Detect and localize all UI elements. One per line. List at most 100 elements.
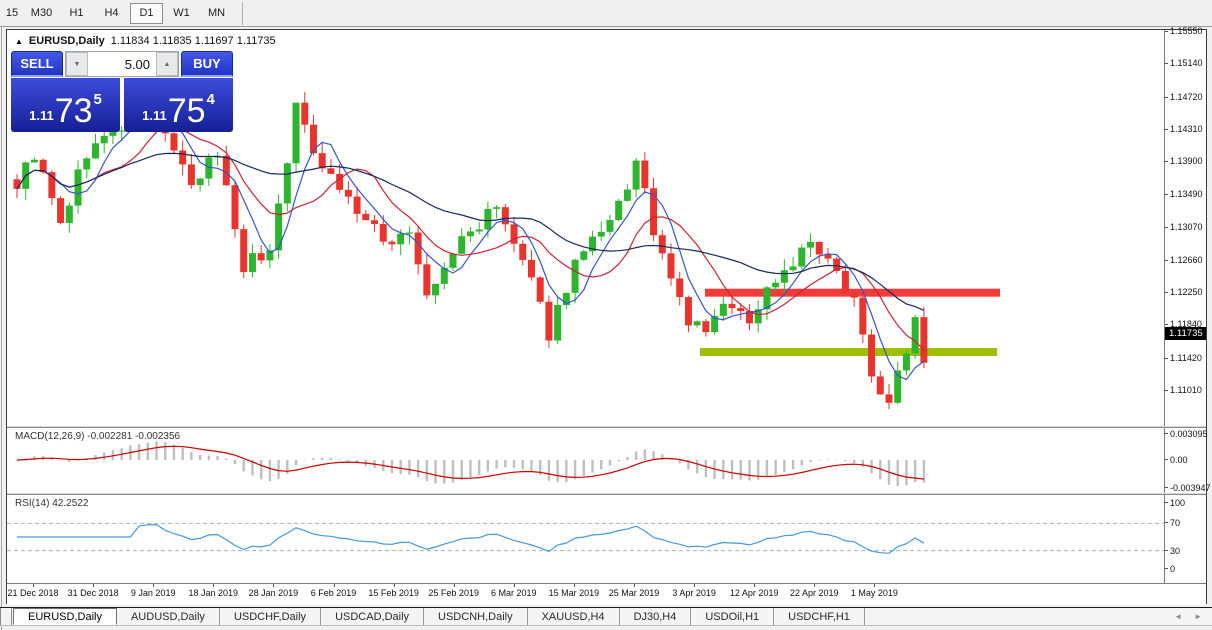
toolbar-separator — [242, 1, 243, 25]
chart-tab[interactable]: USDCHF,H1 — [774, 608, 865, 625]
price-axis-label: 1.13490 — [1170, 188, 1203, 199]
timeframe-button-15[interactable]: 15 — [1, 3, 23, 24]
date-tick — [33, 584, 34, 587]
price-axis-label: 1.14310 — [1170, 124, 1203, 135]
arrow-up-icon: ▲ — [163, 60, 171, 68]
timeframe-button-w1[interactable]: W1 — [165, 3, 198, 24]
price-axis-label: 1.15550 — [1170, 26, 1203, 36]
indicator-tick — [1165, 568, 1168, 569]
price-axis[interactable]: 1.15550 1.15140 1.14720 1.14310 1.13900 1.134… — [1164, 26, 1206, 426]
rsi-value: 42.2522 — [52, 498, 89, 509]
date-tick — [393, 584, 395, 587]
buy-price-main: 75 — [167, 92, 206, 131]
indicator-axis-label: -0.003947 — [1170, 483, 1211, 493]
rsi-axis: 100 70 30 0 — [1164, 495, 1206, 583]
date-label: 15 Mar 2019 — [548, 588, 600, 598]
date-label: 6 Feb 2019 — [310, 588, 357, 598]
rsi-chart[interactable] — [7, 495, 1166, 583]
chart-tab[interactable]: DJ30,H4 — [620, 608, 692, 625]
timeframe-button-mn[interactable]: MN — [200, 3, 233, 24]
price-tick — [1165, 161, 1168, 163]
volume-decrease-button[interactable]: ▼ — [66, 52, 88, 76]
indicator-axis-label: 30 — [1170, 546, 1181, 556]
rsi-panel: RSI(14) 42.2522 100 70 30 0 — [7, 495, 1206, 583]
price-tick — [1165, 96, 1168, 98]
date-label: 18 Jan 2019 — [188, 588, 239, 598]
date-label: 25 Feb 2019 — [428, 588, 479, 598]
date-tick — [513, 584, 515, 587]
price-axis-label: 1.13900 — [1170, 156, 1203, 167]
sell-button[interactable]: SELL — [11, 51, 63, 77]
date-tick — [273, 584, 275, 587]
date-label: 28 Jan 2019 — [248, 588, 299, 598]
buy-button[interactable]: BUY — [181, 51, 233, 77]
date-label: 21 Dec 2018 — [7, 588, 59, 598]
date-label: 31 Dec 2018 — [67, 588, 119, 598]
window-left-edge — [1, 27, 2, 630]
buy-price-prefix: 1.11 — [142, 108, 167, 123]
timeframe-button-h4[interactable]: H4 — [95, 3, 128, 24]
sell-price-display[interactable]: 1.11 73 5 — [11, 78, 120, 132]
sell-price-prefix: 1.11 — [29, 108, 54, 123]
date-tick — [814, 584, 816, 587]
tabs-container: EURUSD,Daily AUDUSD,Daily USDCHF,Daily USDC… — [13, 608, 865, 625]
date-label: 12 Apr 2019 — [729, 588, 779, 598]
timeframe-button-d1[interactable]: D1 — [130, 2, 163, 24]
price-axis-label: 1.13070 — [1170, 222, 1203, 233]
price-tick — [1165, 193, 1168, 195]
symbol-tab-bar: EURUSD,Daily AUDUSD,Daily USDCHF,Daily USDC… — [0, 607, 1212, 626]
macd-values: -0.002281 -0.002356 — [87, 431, 181, 442]
timeframe-button-h1[interactable]: H1 — [60, 3, 93, 24]
chart-tab[interactable]: USDCHF,Daily — [220, 608, 322, 625]
price-axis-label: 1.12660 — [1170, 254, 1203, 265]
mt4-window: 15 M30 H1 H4 D1 W1 MN ▲ EURUSD,Daily 1.11834 1… — [0, 0, 1212, 630]
date-tick — [153, 584, 155, 587]
chart-tab[interactable]: XAUUSD,H4 — [528, 608, 620, 625]
tab-prev-icon[interactable]: ◄ — [1174, 612, 1182, 621]
price-tick — [1165, 227, 1168, 229]
price-tick — [1165, 129, 1168, 131]
date-label: 25 Mar 2019 — [608, 588, 660, 598]
indicator-tick — [1165, 459, 1168, 460]
date-label: 22 Apr 2019 — [790, 588, 839, 598]
indicator-tick — [1165, 487, 1168, 488]
sell-price-pip: 5 — [93, 91, 102, 108]
collapse-icon[interactable]: ▲ — [15, 37, 23, 46]
volume-input[interactable]: 5.00 — [88, 52, 156, 76]
chart-tab[interactable]: USDCNH,Daily — [424, 608, 528, 625]
price-tick — [1165, 324, 1168, 326]
timeframe-button-m30[interactable]: M30 — [25, 3, 58, 24]
price-tick — [1165, 357, 1168, 359]
price-tick — [1165, 259, 1168, 261]
date-tick — [694, 584, 696, 587]
date-axis[interactable]: 21 Dec 2018 31 Dec 2018 9 Jan 2019 18 Jan 2… — [7, 583, 1206, 605]
date-tick — [453, 584, 455, 587]
indicator-axis-label: 70 — [1170, 518, 1181, 528]
price-axis-label: 1.11420 — [1170, 352, 1202, 363]
date-label: 15 Feb 2019 — [368, 588, 419, 598]
chart-tab[interactable]: USDCAD,Daily — [321, 608, 425, 625]
chart-tab[interactable]: USDOil,H1 — [691, 608, 775, 625]
chart-symbol-label: EURUSD,Daily — [28, 35, 105, 47]
support-line[interactable] — [700, 347, 997, 356]
date-tick — [573, 584, 575, 587]
date-tick — [213, 584, 215, 587]
one-click-trading-panel: SELL ▼ 5.00 ▲ BUY 1.11 73 5 1.11 75 4 — [11, 51, 233, 132]
macd-name: MACD(12,26,9) — [15, 431, 85, 442]
volume-spinner: ▼ 5.00 ▲ — [65, 51, 179, 77]
indicator-tick — [1165, 522, 1168, 523]
tab-scroll-arrows: ◄ ► — [1174, 608, 1212, 625]
macd-axis: 0.003095 0.00 -0.003947 — [1164, 428, 1211, 493]
chart-tab[interactable]: AUDUSD,Daily — [117, 608, 220, 625]
price-chart-panel: ▲ EURUSD,Daily 1.11834 1.11835 1.11697 1… — [7, 26, 1206, 426]
indicator-tick — [1165, 433, 1168, 434]
indicator-axis-label: 100 — [1170, 498, 1186, 508]
volume-increase-button[interactable]: ▲ — [156, 52, 178, 76]
indicator-axis-label: 0.00 — [1170, 455, 1188, 465]
chart-tab[interactable]: EURUSD,Daily — [13, 608, 117, 625]
date-label: 1 May 2019 — [850, 588, 898, 598]
macd-chart[interactable] — [7, 428, 1166, 493]
buy-price-display[interactable]: 1.11 75 4 — [124, 78, 233, 132]
tab-next-icon[interactable]: ► — [1194, 612, 1202, 621]
macd-panel: MACD(12,26,9) -0.002281 -0.002356 0.0030… — [7, 428, 1211, 493]
